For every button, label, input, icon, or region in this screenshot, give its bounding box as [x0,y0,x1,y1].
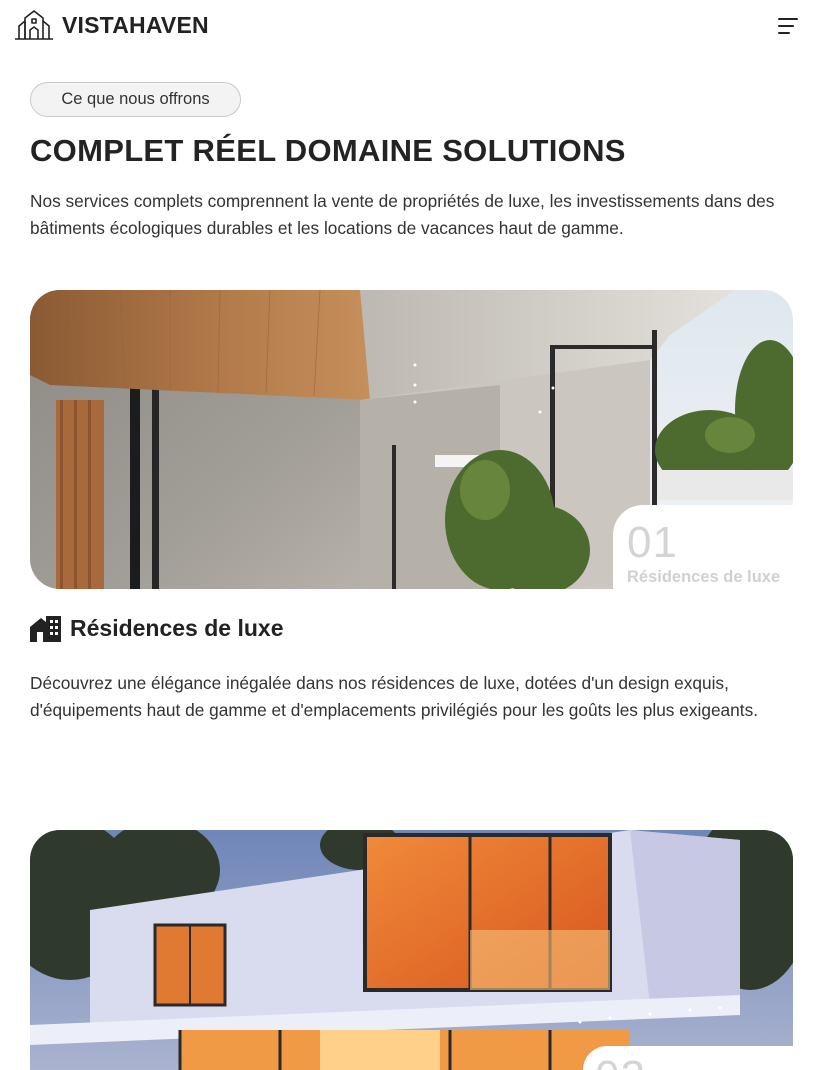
service-number-notch: 01 Résidences de luxe [613,505,793,590]
service-number: 02 [595,1052,646,1070]
brand-name: VISTAHAVEN [62,11,209,38]
brand-logo[interactable]: VISTAHAVEN [14,10,209,40]
service-number: 01 [627,518,678,567]
service-title: Résidences de luxe [70,615,284,641]
service-notch-label: Résidences de luxe [627,568,781,586]
menu-icon[interactable] [778,17,800,35]
houses-logo-icon [15,10,53,40]
section-intro: Nos services complets comprennent la ven… [30,191,775,238]
service-description: Découvrez une élégance inégalée dans nos… [30,673,759,720]
service-image-villa [30,830,793,1070]
building-icon [30,615,61,642]
section-title: COMPLET RÉEL DOMAINE SOLUTIONS [30,133,626,168]
section-tag: Ce que nous offrons [30,82,241,117]
site-header: VISTAHAVEN [0,0,824,54]
service-number-notch: 02 [583,1046,793,1070]
service-heading: Résidences de luxe [30,615,284,642]
modern-white-villa-photo [30,830,793,1070]
